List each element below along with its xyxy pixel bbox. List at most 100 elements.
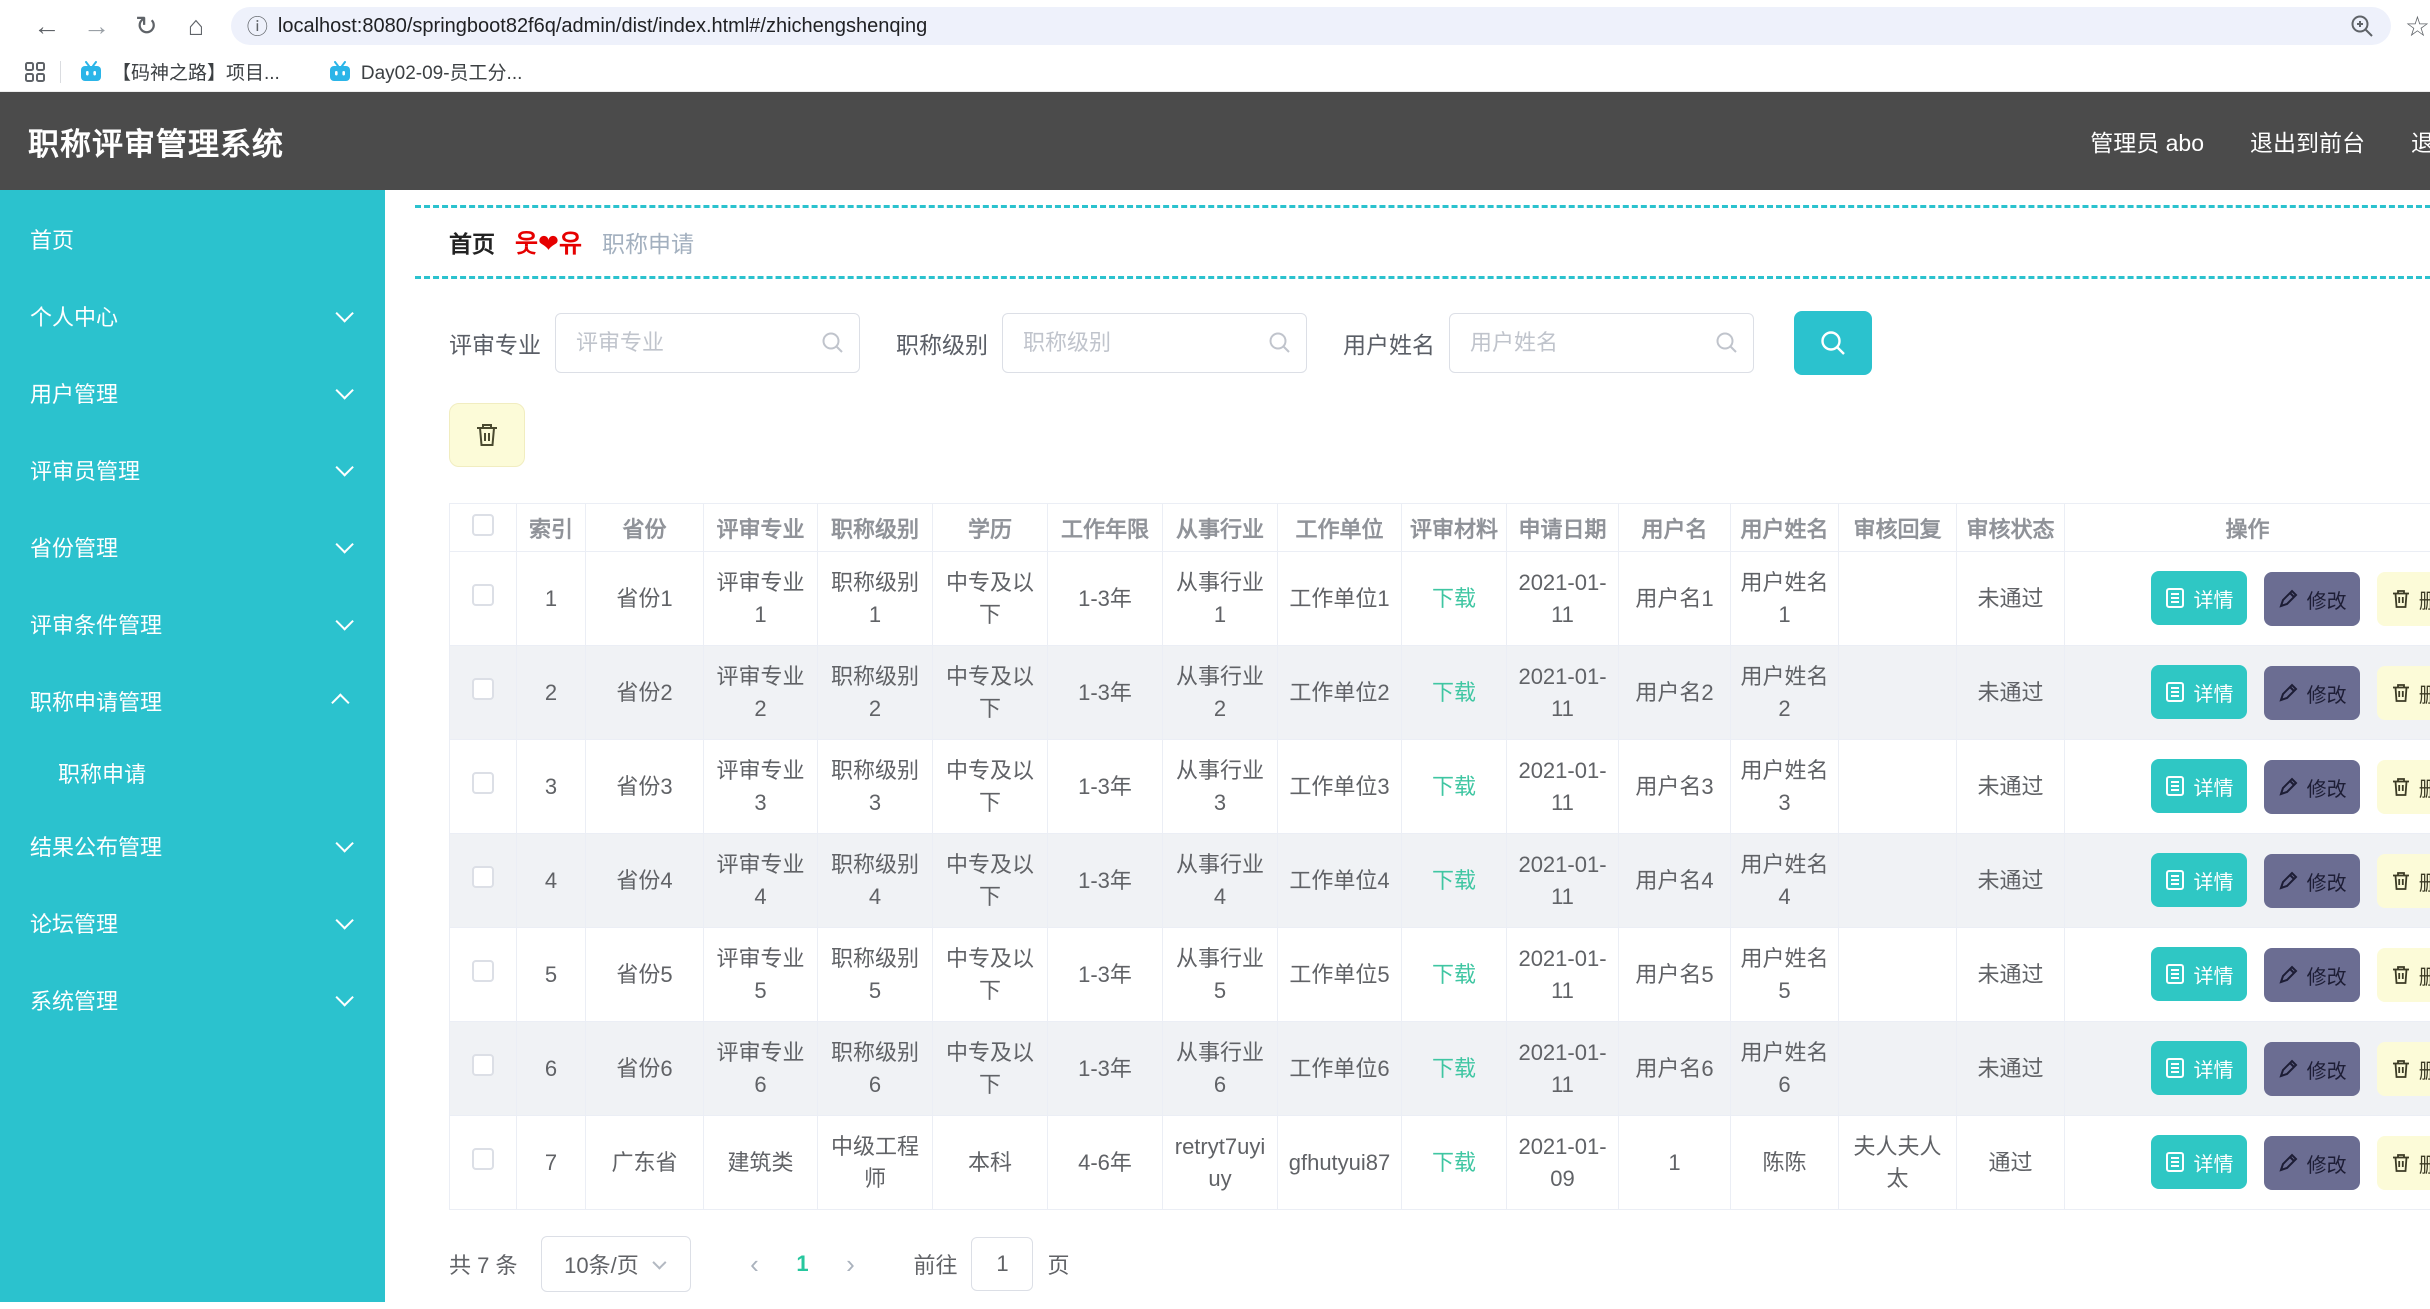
select-all-checkbox[interactable] [472,513,494,536]
table-row: 6 省份6 评审专业6 职称级别6 中专及以下 1-3年 从事行业6 工作单位6… [449,1021,2430,1116]
cell-years: 1-3年 [1047,833,1163,928]
detail-button[interactable]: 详情 [2151,1041,2247,1095]
cell-select [449,1021,517,1116]
row-checkbox[interactable] [472,1053,494,1076]
bookmark-item[interactable]: 【码神之路】项目... [79,58,280,85]
goto-label: 前往 [913,1253,958,1278]
download-link[interactable]: 下载 [1432,1150,1476,1175]
level-input[interactable] [1002,313,1307,373]
row-checkbox[interactable] [472,865,494,888]
cell-actions: 详情 修改 删除 [2064,1021,2430,1116]
sidebar-item[interactable]: 评审员管理 [0,431,385,508]
row-checkbox[interactable] [472,583,494,606]
sidebar-item[interactable]: 结果公布管理 [0,807,385,884]
col-date: 申请日期 [1506,503,1619,552]
reload-icon[interactable]: ↻ [121,11,171,42]
download-link[interactable]: 下载 [1432,680,1476,705]
row-checkbox[interactable] [472,677,494,700]
row-checkbox[interactable] [472,771,494,794]
page-size-select[interactable]: 10条/页 [541,1236,692,1292]
delete-button[interactable]: 删除 [2377,572,2430,626]
edit-label: 修改 [2306,1154,2347,1177]
sidebar-item[interactable]: 省份管理 [0,508,385,585]
edit-button[interactable]: 修改 [2264,854,2361,908]
download-link[interactable]: 下载 [1432,868,1476,893]
download-link[interactable]: 下载 [1432,962,1476,987]
sidebar-item[interactable]: 职称申请 [0,739,385,807]
logout-link-truncated[interactable]: 退 [2411,124,2430,158]
edit-button[interactable]: 修改 [2264,666,2361,720]
detail-button[interactable]: 详情 [2151,665,2247,719]
cell-username: 用户名6 [1618,1021,1731,1116]
download-link[interactable]: 下载 [1432,1056,1476,1081]
current-page[interactable]: 1 [777,1251,827,1277]
delete-button[interactable]: 删除 [2377,760,2430,814]
major-input[interactable] [555,313,860,373]
detail-button[interactable]: 详情 [2151,947,2247,1001]
breadcrumb-separator: 웃❤유 [515,230,582,258]
row-checkbox[interactable] [472,1147,494,1170]
forward-icon[interactable]: → [72,11,122,42]
sidebar-item[interactable]: 职称申请管理 [0,662,385,739]
cell-level: 中级工程师 [817,1115,933,1210]
cell-date: 2021-01-11 [1506,833,1619,928]
sidebar-item[interactable]: 评审条件管理 [0,585,385,662]
edit-button[interactable]: 修改 [2264,948,2361,1002]
detail-button[interactable]: 详情 [2151,759,2247,813]
edit-button[interactable]: 修改 [2264,572,2361,626]
cell-select [449,1115,517,1210]
delete-button[interactable]: 删除 [2377,1042,2430,1096]
info-icon[interactable]: ⓘ [247,11,268,41]
detail-button[interactable]: 详情 [2151,1135,2247,1189]
url-text[interactable]: localhost:8080/springboot82f6q/admin/dis… [278,15,2341,38]
delete-label: 删除 [2418,590,2430,613]
name-input[interactable] [1449,313,1754,373]
row-checkbox[interactable] [472,959,494,982]
cell-province: 省份2 [585,645,704,740]
breadcrumb-home-link[interactable]: 首页 [449,225,495,259]
address-bar[interactable]: ⓘ localhost:8080/springboot82f6q/admin/d… [230,7,2391,45]
cell-status: 未通过 [1956,833,2065,928]
sidebar-item[interactable]: 论坛管理 [0,884,385,961]
batch-delete-button[interactable] [449,403,525,467]
download-link[interactable]: 下载 [1432,586,1476,611]
chevron-down-icon [652,1255,667,1270]
home-icon[interactable]: ⌂ [171,11,221,42]
back-to-front-link[interactable]: 退出到前台 [2250,124,2365,158]
admin-user-link[interactable]: 管理员 abo [2090,124,2204,158]
edit-button[interactable]: 修改 [2264,760,2361,814]
goto-page-input[interactable] [971,1237,1034,1291]
bookmark-item[interactable]: Day02-09-员工分... [328,58,522,85]
sidebar-item[interactable]: 用户管理 [0,354,385,431]
download-link[interactable]: 下载 [1432,774,1476,799]
col-reply: 审核回复 [1838,503,1957,552]
delete-button[interactable]: 删除 [2377,666,2430,720]
apps-grid-icon[interactable] [24,61,46,83]
cell-status: 通过 [1956,1115,2065,1210]
edit-button[interactable]: 修改 [2264,1042,2361,1096]
sidebar-item[interactable]: 首页 [0,200,385,277]
col-education: 学历 [932,503,1048,552]
cell-index: 2 [516,645,586,740]
search-button[interactable] [1794,311,1872,375]
detail-button[interactable]: 详情 [2151,853,2247,907]
zoom-in-icon[interactable] [2349,13,2375,39]
delete-button[interactable]: 删除 [2377,854,2430,908]
next-page-button[interactable]: › [827,1249,873,1280]
chevron-icon [335,535,354,554]
sidebar-item[interactable]: 个人中心 [0,277,385,354]
back-icon[interactable]: ← [22,11,72,42]
prev-page-button[interactable]: ‹ [731,1249,777,1280]
cell-unit: 工作单位6 [1277,1021,1402,1116]
cell-unit: 工作单位1 [1277,551,1402,646]
chevron-icon [335,834,354,853]
detail-button[interactable]: 详情 [2151,571,2247,625]
delete-button[interactable]: 删除 [2377,1136,2430,1190]
bookmark-star-icon[interactable]: ☆ [2405,10,2430,43]
cell-select [449,645,517,740]
col-name: 用户姓名 [1730,503,1839,552]
delete-button[interactable]: 删除 [2377,948,2430,1002]
cell-reply [1838,551,1957,646]
edit-button[interactable]: 修改 [2264,1136,2361,1190]
sidebar-item[interactable]: 系统管理 [0,961,385,1038]
